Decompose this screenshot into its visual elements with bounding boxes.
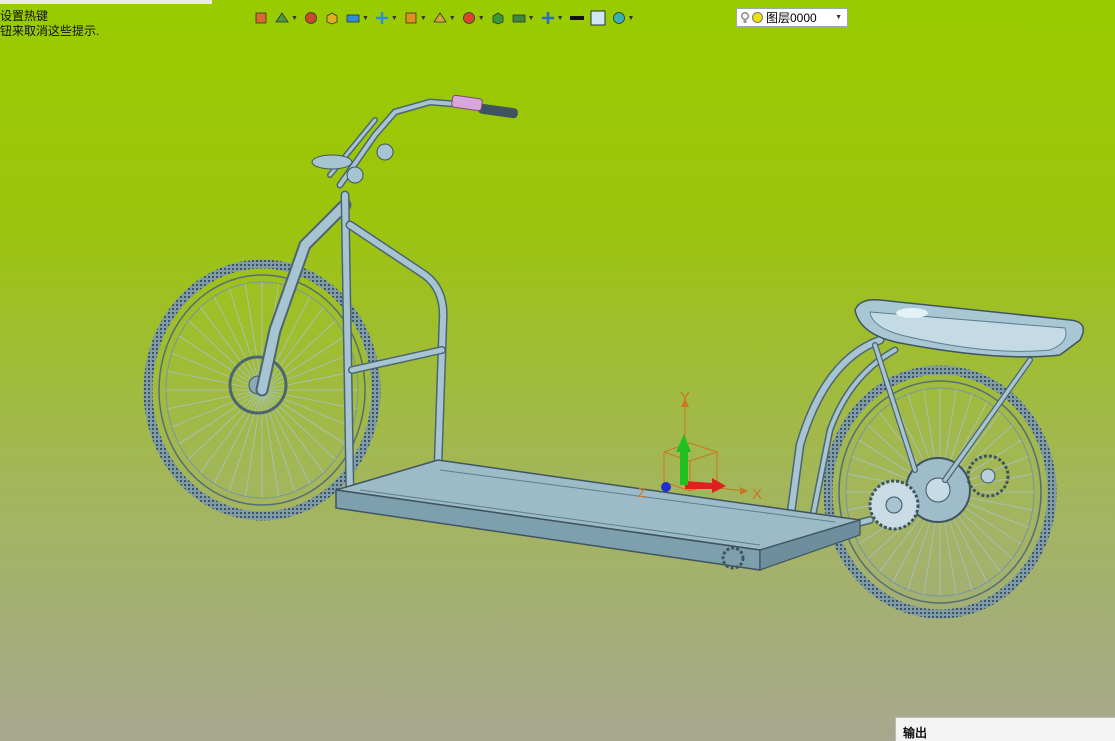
shell-button[interactable]: ▼: [432, 7, 456, 29]
dimension-icon: [512, 14, 526, 23]
layer-dropdown[interactable]: 图层0000 ▼: [736, 8, 848, 27]
chevron-down-icon[interactable]: ▼: [291, 15, 298, 22]
import-icon: [255, 12, 267, 24]
chevron-down-icon[interactable]: ▼: [391, 15, 398, 22]
shell-icon: [433, 12, 447, 23]
output-panel[interactable]: 输出: [895, 717, 1115, 741]
chevron-down-icon[interactable]: ▼: [628, 15, 635, 22]
import-button[interactable]: [253, 7, 269, 29]
line-draw-icon: [305, 12, 317, 24]
chevron-down-icon[interactable]: ▼: [420, 15, 427, 22]
sketch-tools-icon: [275, 12, 289, 23]
layer-value: 图层0000: [766, 11, 817, 25]
hint-line-1: 设置热键: [0, 9, 49, 23]
line-style-icon: [569, 16, 584, 20]
render-button[interactable]: ▼: [540, 7, 564, 29]
axis-y-label: Y: [680, 389, 690, 406]
main-toolbar: ▼ ▼ ▼ ▼ ▼ ▼ ▼ ▼ ▼: [253, 7, 639, 29]
datum-point-icon: [462, 12, 475, 24]
top-bar-strip: [0, 0, 212, 4]
chevron-down-icon[interactable]: ▼: [835, 14, 842, 21]
chevron-down-icon[interactable]: ▼: [528, 15, 535, 22]
color-swatch-icon: [590, 10, 605, 26]
render-icon: [541, 12, 554, 24]
axis-x-label: X: [752, 486, 762, 503]
chevron-down-icon[interactable]: ▼: [449, 15, 456, 22]
measure-icon: [492, 12, 504, 25]
extrude-button[interactable]: [324, 7, 340, 29]
line-draw-button[interactable]: [303, 7, 319, 29]
line-style-button[interactable]: [569, 7, 585, 29]
sketch-tools-button[interactable]: ▼: [274, 7, 298, 29]
datum-point-button[interactable]: ▼: [461, 7, 485, 29]
fillet-button[interactable]: ▼: [403, 7, 427, 29]
3d-viewport[interactable]: X Y Z: [0, 30, 1115, 720]
output-panel-title: 输出: [903, 726, 928, 740]
layer-manager-button[interactable]: ▼: [611, 7, 635, 29]
boolean-button[interactable]: ▼: [374, 7, 398, 29]
extrude-icon: [326, 12, 338, 25]
layer-color-dot: [752, 12, 763, 23]
rear-wheel: [823, 365, 1057, 619]
boolean-icon: [375, 12, 388, 24]
solid-box-icon: [346, 14, 360, 23]
rear-basket: [854, 298, 1085, 358]
fillet-icon: [405, 12, 417, 24]
color-swatch-button[interactable]: [590, 7, 606, 29]
axis-triad: X Y Z: [638, 389, 762, 503]
layer-manager-icon: [612, 12, 625, 24]
axis-z-label: Z: [638, 485, 646, 500]
chevron-down-icon[interactable]: ▼: [362, 15, 369, 22]
measure-button[interactable]: [490, 7, 506, 29]
dimension-button[interactable]: ▼: [511, 7, 535, 29]
chevron-down-icon[interactable]: ▼: [557, 15, 564, 22]
solid-box-button[interactable]: ▼: [345, 7, 369, 29]
scooter-deck: [335, 459, 861, 571]
lightbulb-icon: [741, 11, 749, 23]
chevron-down-icon[interactable]: ▼: [478, 15, 485, 22]
